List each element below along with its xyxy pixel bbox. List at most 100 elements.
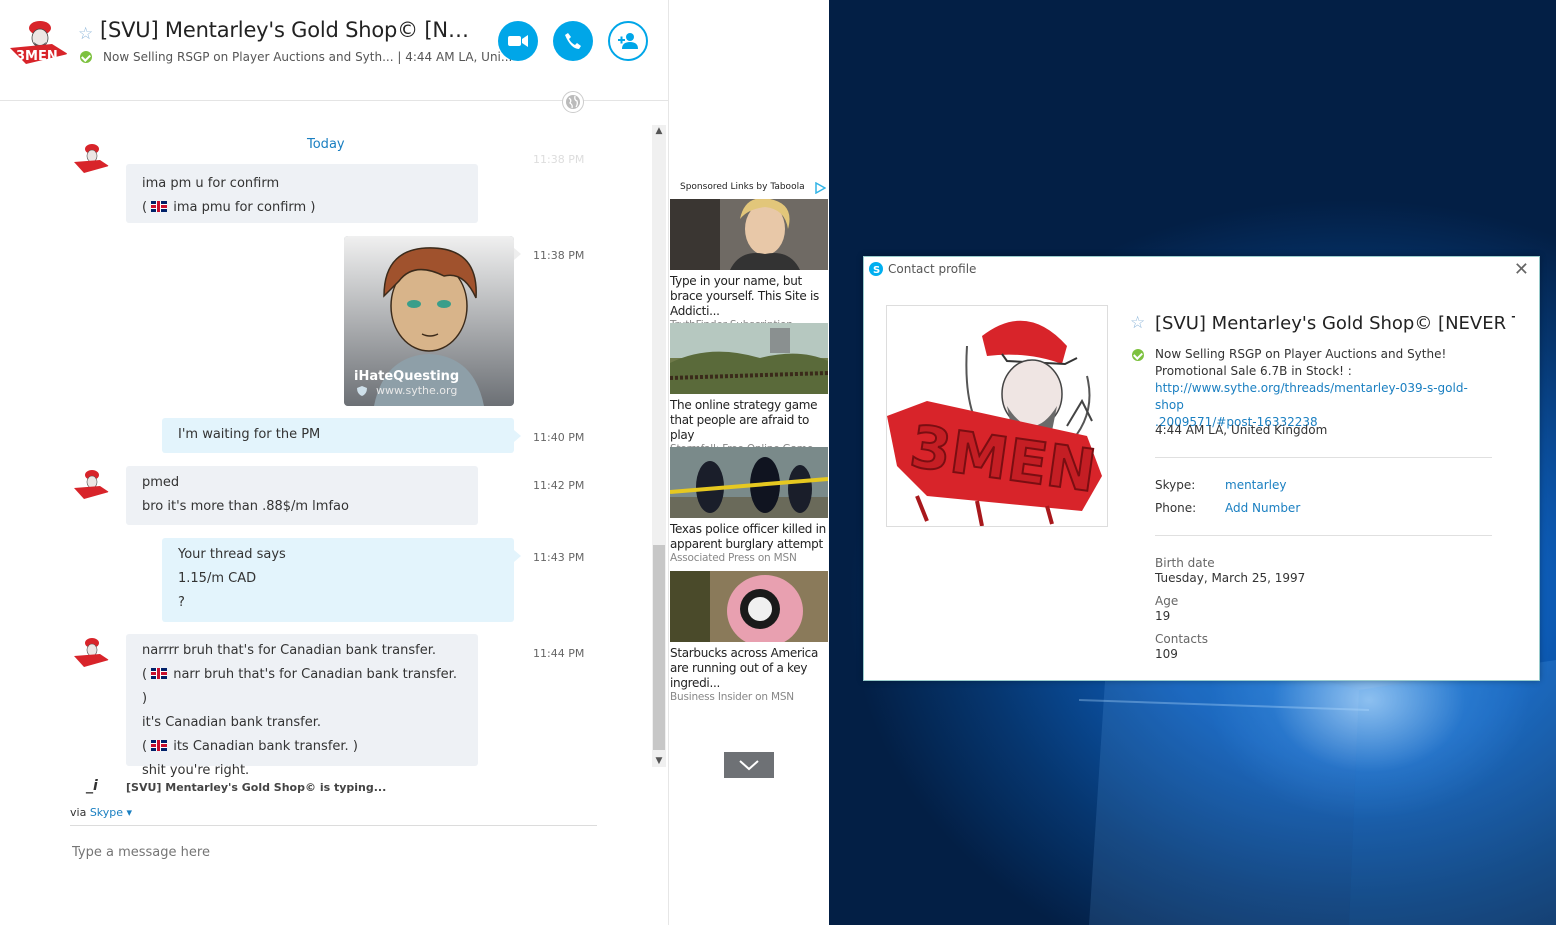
ad-image (670, 323, 828, 394)
birth-date-value: Tuesday, March 25, 1997 (1155, 571, 1306, 585)
typing-indicator-icon: _i (86, 778, 98, 794)
scroll-up-icon[interactable]: ▲ (652, 125, 666, 137)
profile-divider (1155, 457, 1492, 458)
message-bubble[interactable]: narrrr bruh that's for Canadian bank tra… (126, 634, 478, 778)
message-time: 11:43 PM (533, 551, 585, 564)
mood-text: Now Selling RSGP on Player Auctions and … (103, 50, 394, 64)
skype-logo-icon: S (869, 262, 883, 279)
ad-source: Associated Press on MSN (670, 552, 797, 564)
compose-divider (70, 825, 597, 826)
uk-flag-icon (151, 201, 168, 212)
message-time: 11:44 PM (533, 647, 585, 660)
translated-text: ( its Canadian bank transfer. ) (142, 739, 358, 754)
video-camera-icon (508, 35, 528, 47)
video-call-button[interactable] (498, 21, 538, 61)
age-value: 19 (1155, 609, 1171, 623)
birth-date-label: Birth date (1155, 556, 1215, 570)
message-time: 11:38 PM (533, 249, 585, 262)
add-number-link[interactable]: Add Number (1225, 501, 1300, 515)
svg-text:3MEN: 3MEN (16, 49, 58, 64)
add-person-icon (618, 33, 638, 49)
ad-title: The online strategy game that people are… (670, 398, 818, 442)
typing-indicator: [SVU] Mentarley's Gold Shop© is typing..… (126, 781, 387, 794)
message-bubble[interactable]: Your thread says 1.15/m CAD ? (162, 538, 521, 622)
phone-label: Phone: (1155, 501, 1197, 515)
message-text: Your thread says (178, 547, 286, 562)
message-text: 1.15/m CAD (178, 571, 257, 586)
online-status-icon (80, 51, 92, 63)
audio-call-button[interactable] (553, 21, 593, 61)
profile-mood: Now Selling RSGP on Player Auctions and … (1155, 347, 1468, 429)
skype-name-link[interactable]: mentarley (1225, 478, 1287, 492)
message-text: ? (178, 595, 185, 610)
more-ads-button[interactable] (724, 752, 774, 778)
ad-source: Business Insider on MSN (670, 691, 794, 703)
ad-item[interactable]: The online strategy game that people are… (670, 323, 828, 456)
message-bubble[interactable]: pmed bro it's more than .88$/m lmfao (126, 466, 478, 525)
message-input[interactable] (70, 844, 590, 861)
message-text: ima pm u for confirm (142, 176, 280, 191)
message-time: 11:42 PM (533, 479, 585, 492)
contact-avatar-small[interactable] (72, 633, 110, 671)
link-preview-site: www.sythe.org (376, 384, 458, 397)
link-preview-card[interactable]: iHateQuesting www.sythe.org (344, 236, 514, 406)
contact-avatar[interactable]: 3MEN (8, 12, 70, 70)
ad-item[interactable]: Starbucks across America are running out… (670, 571, 828, 704)
chat-title: [SVU] Mentarley's Gold Shop© [NEVER... (100, 18, 470, 42)
contacts-label: Contacts (1155, 632, 1208, 646)
online-status-icon (1132, 349, 1144, 361)
profile-name: [SVU] Mentarley's Gold Shop© [NEVER TR..… (1155, 313, 1515, 334)
favorite-star-icon[interactable]: ☆ (78, 24, 93, 44)
ad-image (670, 199, 828, 270)
contacts-value: 109 (1155, 647, 1178, 661)
chat-scrollbar[interactable]: ▲ ▼ (652, 125, 666, 767)
message-text: I'm waiting for the PM (178, 427, 321, 442)
chat-window: 3MEN ☆ [SVU] Mentarley's Gold Shop© [NEV… (0, 0, 668, 925)
add-people-button[interactable] (608, 21, 648, 61)
ad-item[interactable]: Type in your name, but brace yourself. T… (670, 199, 828, 332)
scroll-down-icon[interactable]: ▼ (652, 755, 666, 767)
chat-header: 3MEN ☆ [SVU] Mentarley's Gold Shop© [NEV… (0, 0, 668, 101)
shield-icon (356, 385, 368, 397)
translated-text: ( narr bruh that's for Canadian bank tra… (142, 667, 457, 706)
message-text: pmed (142, 475, 180, 490)
contact-avatar-small[interactable] (72, 139, 110, 177)
message-bubble[interactable]: ima pm u for confirm ( ima pmu for confi… (126, 164, 478, 223)
ad-image (670, 571, 828, 642)
adchoices-icon[interactable] (814, 181, 827, 197)
message-text: it's Canadian bank transfer. (142, 715, 322, 730)
ad-image (670, 447, 828, 518)
translated-text: ( ima pmu for confirm ) (142, 200, 316, 215)
ad-title: Type in your name, but brace yourself. T… (670, 274, 820, 318)
ad-item[interactable]: Texas police officer killed in apparent … (670, 447, 828, 565)
message-text: shit you're right. (142, 763, 250, 778)
globe-icon[interactable] (562, 91, 584, 113)
mood-link[interactable]: http://www.sythe.org/threads/mentarley-0… (1155, 381, 1468, 429)
via-service: via Skype ▾ (70, 806, 133, 819)
profile-window-title: Contact profile (888, 262, 977, 276)
service-selector[interactable]: Skype ▾ (90, 806, 132, 819)
message-text: bro it's more than .88$/m lmfao (142, 499, 349, 514)
scroll-thumb[interactable] (653, 545, 665, 750)
close-icon[interactable]: ✕ (1514, 259, 1529, 280)
profile-picture: 3MEN (886, 305, 1108, 527)
sponsored-label: Sponsored Links by Taboola (680, 182, 805, 192)
profile-titlebar[interactable]: S Contact profile ✕ (864, 257, 1539, 283)
ad-title: Texas police officer killed in apparent … (670, 522, 826, 551)
phone-icon (565, 33, 581, 49)
bubble-tail (514, 248, 521, 260)
chat-mood: Now Selling RSGP on Player Auctions and … (103, 50, 512, 64)
date-separator: Today (307, 137, 345, 152)
contact-profile-window: S Contact profile ✕ 3MEN ☆ [SVU] Mentarl… (863, 256, 1540, 681)
uk-flag-icon (151, 740, 168, 751)
contact-avatar-small[interactable] (72, 465, 110, 503)
link-preview-title: iHateQuesting (354, 369, 460, 384)
skype-label: Skype: (1155, 478, 1196, 492)
svg-text:S: S (873, 265, 880, 276)
profile-divider (1155, 535, 1492, 536)
message-bubble[interactable]: I'm waiting for the PM (162, 418, 521, 453)
message-time: 11:38 PM (533, 153, 585, 166)
local-time: | 4:44 AM LA, Uni... (393, 50, 513, 64)
favorite-star-icon[interactable]: ☆ (1130, 313, 1145, 333)
message-text: narrrr bruh that's for Canadian bank tra… (142, 643, 436, 658)
